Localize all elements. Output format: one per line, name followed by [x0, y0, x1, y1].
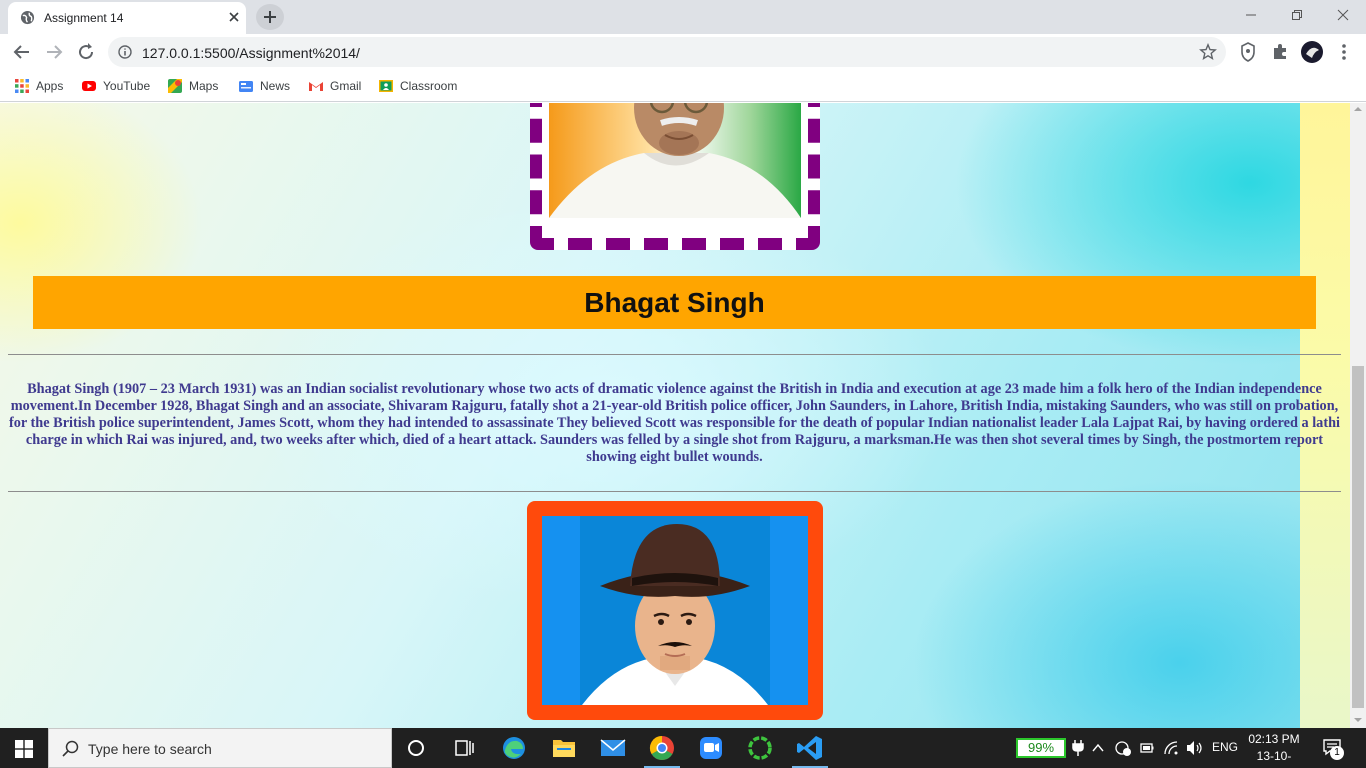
url-text: 127.0.0.1:5500/Assignment%2014/	[142, 45, 360, 61]
mail-icon	[600, 739, 626, 756]
shield-extension-icon[interactable]	[1240, 42, 1256, 62]
bookmark-gmail[interactable]: Gmail	[308, 77, 361, 95]
minimize-button[interactable]	[1228, 0, 1274, 30]
taskbar-mail[interactable]	[589, 728, 637, 768]
bookmark-maps[interactable]: Maps	[167, 77, 218, 95]
page-viewport: Bhagat Singh Bhagat Singh (1907 – 23 Mar…	[0, 103, 1350, 728]
bookmark-label: News	[260, 79, 291, 93]
windows-start-icon[interactable]	[15, 740, 33, 758]
chrome-icon	[649, 736, 674, 761]
plus-icon	[264, 11, 276, 23]
browser-tab[interactable]: Assignment 14	[8, 2, 246, 34]
minimize-icon	[1246, 14, 1256, 16]
taskbar-search-box[interactable]: Type here to search	[48, 728, 392, 768]
power-plug-icon	[1072, 740, 1084, 756]
chevron-up-icon[interactable]	[1092, 742, 1104, 754]
bhagat-singh-portrait-frame	[527, 501, 823, 720]
portrait-illustration	[549, 103, 801, 218]
ring-app-icon	[748, 736, 772, 760]
taskbar-edge[interactable]	[490, 728, 538, 768]
bookmark-star-icon[interactable]	[1199, 43, 1217, 61]
clock-date: 13-10-2020	[1256, 749, 1292, 768]
horizontal-divider	[8, 354, 1341, 355]
bhagat-singh-portrait	[542, 516, 808, 705]
name-heading-banner: Bhagat Singh	[33, 276, 1316, 329]
more-menu-icon[interactable]	[1338, 42, 1350, 62]
maps-icon	[168, 79, 182, 93]
scroll-down-arrow-icon[interactable]	[1350, 714, 1366, 726]
page-heading: Bhagat Singh	[584, 287, 765, 318]
bookmark-label: Maps	[189, 79, 219, 93]
search-icon	[62, 740, 79, 757]
close-tab-icon[interactable]	[226, 9, 242, 25]
bookmark-news[interactable]: News	[238, 77, 290, 95]
reload-icon[interactable]	[74, 40, 98, 64]
page-scrollbar[interactable]	[1350, 103, 1366, 728]
system-clock[interactable]: 02:13 PM 13-10-2020	[1248, 731, 1300, 768]
bookmark-classroom[interactable]: Classroom	[378, 77, 457, 95]
volume-icon[interactable]	[1186, 740, 1204, 756]
taskbar-chrome[interactable]	[638, 728, 686, 768]
wifi-icon[interactable]	[1163, 740, 1179, 756]
restore-icon	[1292, 10, 1302, 20]
classroom-icon	[379, 80, 393, 92]
extensions-puzzle-icon[interactable]	[1271, 42, 1289, 60]
forward-arrow-icon[interactable]	[42, 40, 66, 64]
new-tab-button[interactable]	[256, 4, 284, 30]
bookmarks-bar: Apps YouTube Maps News Gmail Classroom	[0, 70, 1366, 102]
gmail-icon	[309, 82, 323, 91]
bookmark-youtube[interactable]: YouTube	[81, 77, 150, 95]
task-view-button[interactable]	[440, 728, 488, 768]
language-indicator[interactable]: ENG	[1212, 740, 1238, 768]
back-arrow-icon[interactable]	[10, 40, 34, 64]
scrollbar-thumb[interactable]	[1352, 366, 1364, 708]
info-icon[interactable]	[118, 45, 132, 59]
taskbar-zoom[interactable]	[687, 728, 735, 768]
network-status-icon[interactable]	[1114, 739, 1132, 757]
taskbar-file-explorer[interactable]	[540, 728, 588, 768]
bookmark-label: Classroom	[400, 79, 458, 93]
tab-strip: Assignment 14	[0, 0, 1366, 34]
bookmark-label: Gmail	[330, 79, 362, 93]
bookmark-label: YouTube	[103, 79, 151, 93]
battery-icon[interactable]	[1139, 740, 1155, 756]
browser-toolbar: 127.0.0.1:5500/Assignment%2014/	[0, 34, 1366, 70]
restore-button[interactable]	[1274, 0, 1320, 30]
notification-badge: 1	[1330, 746, 1344, 760]
battery-indicator[interactable]: 99%	[1016, 738, 1066, 758]
cortana-button[interactable]	[392, 728, 440, 768]
portrait-illustration	[580, 516, 770, 705]
clock-time: 02:13 PM	[1248, 732, 1300, 746]
gandhi-portrait-frame	[530, 103, 820, 250]
close-window-button[interactable]	[1320, 0, 1366, 30]
horizontal-divider	[8, 491, 1341, 492]
bookmark-label: Apps	[36, 79, 64, 93]
windows-taskbar: Type here to search 99% ENG 02:13 PM 13-…	[0, 728, 1366, 768]
tab-title: Assignment 14	[44, 11, 124, 25]
edge-browser-icon	[503, 737, 525, 759]
gandhi-portrait	[549, 103, 801, 218]
taskbar-vscode[interactable]	[786, 728, 834, 768]
biography-paragraph: Bhagat Singh (1907 – 23 March 1931) was …	[8, 381, 1341, 465]
youtube-icon	[82, 81, 96, 91]
search-placeholder: Type here to search	[88, 741, 212, 757]
address-bar[interactable]: 127.0.0.1:5500/Assignment%2014/	[108, 37, 1226, 67]
cortana-circle-icon	[408, 740, 424, 756]
folder-icon	[553, 740, 575, 757]
zoom-icon	[700, 737, 722, 759]
news-icon	[239, 81, 253, 92]
notification-center-button[interactable]: 1	[1322, 738, 1346, 760]
apps-grid-icon	[15, 79, 29, 93]
task-view-icon	[455, 740, 474, 756]
vscode-icon	[797, 736, 822, 760]
globe-icon	[20, 10, 35, 25]
bookmark-apps[interactable]: Apps	[14, 77, 63, 95]
scroll-up-arrow-icon[interactable]	[1350, 103, 1366, 115]
taskbar-app-green[interactable]	[736, 728, 784, 768]
profile-avatar[interactable]	[1300, 40, 1324, 64]
close-icon	[1337, 9, 1349, 21]
